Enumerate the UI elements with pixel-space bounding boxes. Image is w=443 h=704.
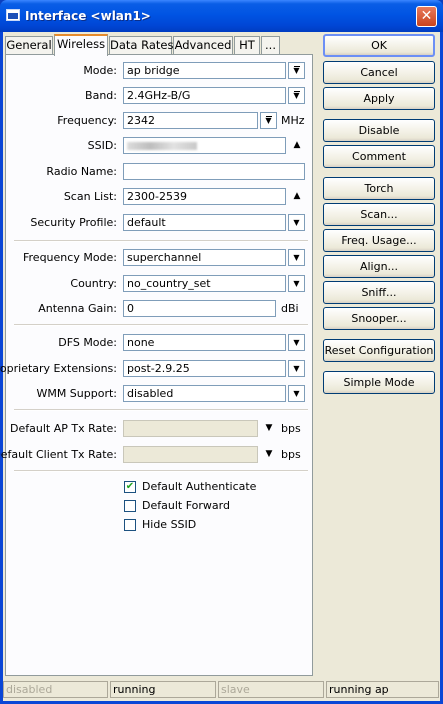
band-label: Band:	[85, 89, 117, 102]
ssid-redacted-value	[127, 142, 197, 150]
frequency-mode-select[interactable]: superchannel	[123, 249, 286, 266]
frequency-dropdown-button[interactable]	[260, 112, 277, 129]
close-button[interactable]: ✕	[416, 6, 437, 27]
default-client-tx-rate-label: Default Client Tx Rate:	[0, 448, 117, 461]
separator	[14, 324, 308, 326]
default-client-tx-rate-input[interactable]	[123, 446, 258, 463]
security-profile-dropdown-button[interactable]	[288, 214, 305, 231]
tab-wireless[interactable]: Wireless	[54, 34, 108, 56]
scan-list-up-icon[interactable]: ▲	[290, 189, 304, 203]
mode-select[interactable]: ap bridge	[123, 62, 286, 79]
wmm-support-label: WMM Support:	[36, 387, 117, 400]
frequency-mode-dropdown-button[interactable]	[288, 249, 305, 266]
scan-list-input[interactable]: 2300-2539	[123, 188, 286, 205]
scan-list-label: Scan List:	[63, 190, 117, 203]
proprietary-extensions-dropdown-button[interactable]	[288, 360, 305, 377]
wmm-support-dropdown-button[interactable]	[288, 385, 305, 402]
window-client: General Wireless Data Rates Advanced HT …	[0, 32, 440, 701]
default-authenticate-label: Default Authenticate	[142, 480, 257, 493]
disable-button[interactable]: Disable	[323, 119, 435, 142]
band-select[interactable]: 2.4GHz-B/G	[123, 87, 286, 104]
wireless-panel: Mode: ap bridge Band: 2.4GHz-B/G Frequen…	[0, 54, 313, 676]
default-forward-checkbox[interactable]	[124, 500, 136, 512]
cancel-button[interactable]: Cancel	[323, 61, 435, 84]
ssid-history-up-icon[interactable]: ▲	[290, 138, 304, 152]
default-ap-tx-rate-label: Default AP Tx Rate:	[10, 422, 117, 435]
frequency-select[interactable]: 2342	[123, 112, 258, 129]
tab-general[interactable]: General	[5, 36, 53, 55]
frequency-label: Frequency:	[57, 114, 117, 127]
status-enabled: disabled	[3, 681, 108, 698]
hide-ssid-label: Hide SSID	[142, 518, 197, 531]
title-bar[interactable]: Interface <wlan1> ✕	[0, 0, 443, 32]
interface-window: Interface <wlan1> ✕ General Wireless Dat…	[0, 0, 443, 704]
country-dropdown-button[interactable]	[288, 275, 305, 292]
frequency-mode-label: Frequency Mode:	[23, 251, 117, 264]
comment-button[interactable]: Comment	[323, 145, 435, 168]
status-running: running	[110, 681, 216, 698]
dfs-mode-select[interactable]: none	[123, 334, 286, 351]
tab-more[interactable]: ...	[261, 36, 280, 55]
snooper-button[interactable]: Snooper...	[323, 307, 435, 330]
default-authenticate-checkbox[interactable]	[124, 481, 136, 493]
separator	[14, 409, 308, 411]
security-profile-label: Security Profile:	[30, 216, 117, 229]
align-button[interactable]: Align...	[323, 255, 435, 278]
status-bar: disabled running slave running ap	[3, 679, 440, 701]
mode-dropdown-button[interactable]	[288, 62, 305, 79]
status-slave: slave	[218, 681, 324, 698]
scan-button[interactable]: Scan...	[323, 203, 435, 226]
dfs-mode-label: DFS Mode:	[58, 336, 117, 349]
band-dropdown-button[interactable]	[288, 87, 305, 104]
wmm-support-select[interactable]: disabled	[123, 385, 286, 402]
tab-data-rates[interactable]: Data Rates	[109, 36, 173, 55]
default-client-tx-rate-dropdown-icon[interactable]: ▼	[262, 447, 276, 461]
proprietary-extensions-label: Proprietary Extensions:	[0, 362, 117, 375]
close-icon: ✕	[420, 8, 433, 24]
apply-button[interactable]: Apply	[323, 87, 435, 110]
sniff-button[interactable]: Sniff...	[323, 281, 435, 304]
frequency-unit: MHz	[281, 114, 305, 127]
ok-button[interactable]: OK	[323, 34, 435, 57]
torch-button[interactable]: Torch	[323, 177, 435, 200]
antenna-gain-label: Antenna Gain:	[38, 302, 117, 315]
security-profile-select[interactable]: default	[123, 214, 286, 231]
simple-mode-button[interactable]: Simple Mode	[323, 371, 435, 394]
country-select[interactable]: no_country_set	[123, 275, 286, 292]
window-icon	[6, 9, 20, 21]
radio-name-label: Radio Name:	[46, 165, 117, 178]
proprietary-extensions-select[interactable]: post-2.9.25	[123, 360, 286, 377]
tab-ht[interactable]: HT	[234, 36, 260, 55]
default-ap-tx-rate-dropdown-icon[interactable]: ▼	[262, 421, 276, 435]
antenna-gain-input[interactable]: 0	[123, 300, 276, 317]
freq-usage-button[interactable]: Freq. Usage...	[323, 229, 435, 252]
default-ap-tx-rate-input[interactable]	[123, 420, 258, 437]
separator	[14, 470, 308, 472]
separator	[14, 240, 308, 242]
hide-ssid-checkbox[interactable]	[124, 519, 136, 531]
default-ap-tx-rate-unit: bps	[281, 422, 301, 435]
window-title: Interface <wlan1>	[25, 9, 151, 23]
antenna-gain-unit: dBi	[281, 302, 299, 315]
tab-advanced[interactable]: Advanced	[173, 36, 233, 55]
status-mode: running ap	[326, 681, 439, 698]
mode-label: Mode:	[83, 64, 117, 77]
default-client-tx-rate-unit: bps	[281, 448, 301, 461]
country-label: Country:	[70, 277, 117, 290]
reset-configuration-button[interactable]: Reset Configuration	[323, 339, 435, 362]
default-forward-label: Default Forward	[142, 499, 230, 512]
radio-name-input[interactable]	[123, 163, 305, 180]
ssid-label: SSID:	[87, 139, 117, 152]
dfs-mode-dropdown-button[interactable]	[288, 334, 305, 351]
